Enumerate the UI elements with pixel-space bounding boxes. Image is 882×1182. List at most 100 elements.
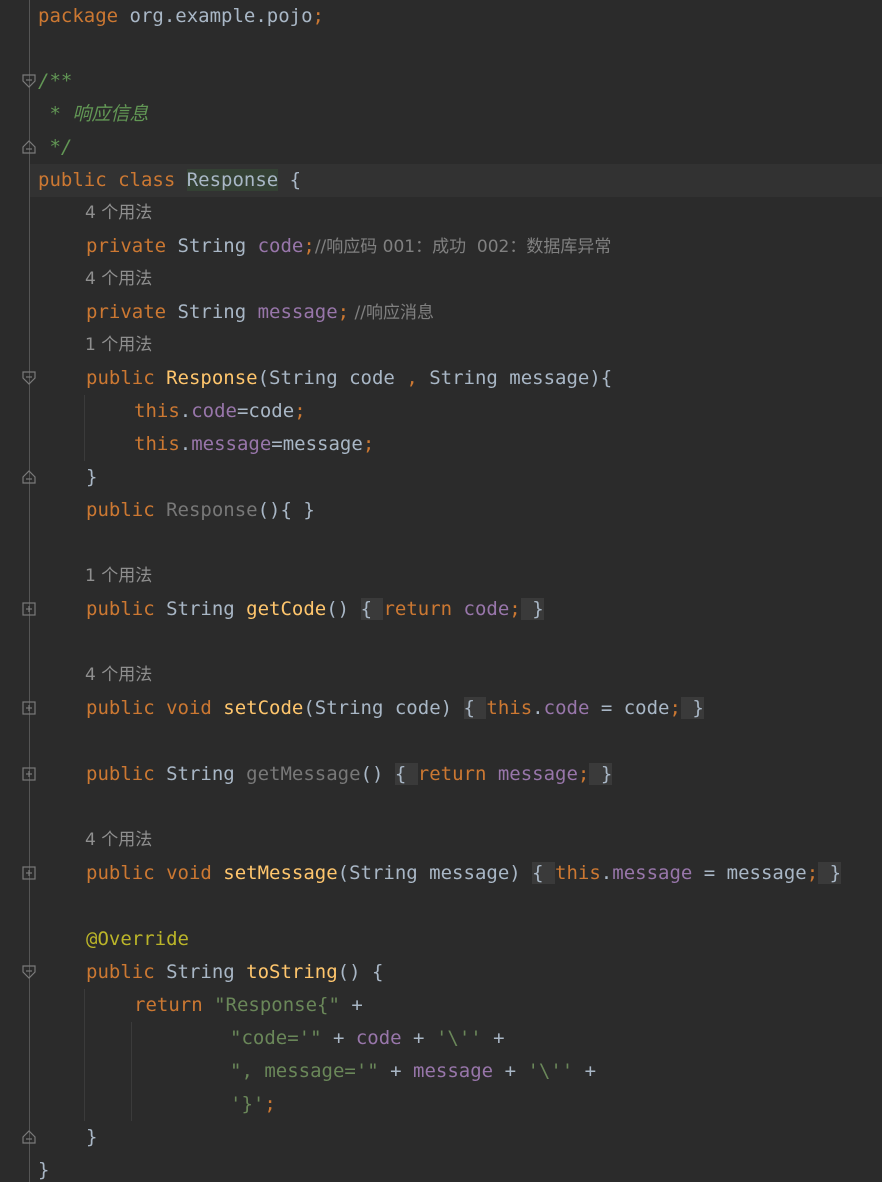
fold-expand-icon[interactable] [22, 866, 36, 880]
field-ref: message [413, 1060, 494, 1082]
parens: () [360, 763, 395, 785]
fold-close-icon[interactable] [22, 1130, 36, 1144]
code-line-field-message[interactable]: private String message; //响应消息 [86, 296, 434, 329]
usage-hint[interactable]: 1 个用法 [85, 329, 152, 362]
annotation-override[interactable]: @Override [86, 923, 189, 956]
operator: + [401, 1027, 436, 1049]
code-line-setmessage[interactable]: public void setMessage(String message) {… [86, 857, 842, 890]
dot: . [532, 697, 544, 719]
code-line-constructor[interactable]: public Response(String code , String mes… [86, 362, 612, 395]
indent-guide [84, 395, 85, 461]
code-line-close-brace[interactable]: } [86, 1121, 97, 1154]
semicolon: ; [312, 5, 324, 27]
parens: () [326, 598, 361, 620]
field-ref: code [463, 598, 510, 620]
semicolon: ; [577, 763, 590, 785]
keyword: public [86, 961, 167, 983]
code-line-default-constructor[interactable]: public Response(){ } [86, 494, 315, 527]
code-line-assign-code[interactable]: this.code=code; [134, 395, 306, 428]
code-line-concat-message[interactable]: ", message='" + message + '\'' + [230, 1055, 596, 1088]
fold-open-icon[interactable] [22, 74, 36, 88]
code-line-getcode[interactable]: public String getCode() { return code; } [86, 593, 544, 626]
folded-brace: } [680, 697, 704, 719]
package-name: org.example.pojo [118, 5, 313, 27]
code-line-assign-message[interactable]: this.message=message; [134, 428, 374, 461]
keyword: public [86, 763, 167, 785]
string-literal: '}' [230, 1093, 265, 1115]
doc-comment-open[interactable]: /** [38, 65, 72, 98]
comma: , [406, 367, 418, 389]
code-line-return[interactable]: return "Response{" + [134, 989, 363, 1022]
doc-comment-text: * 响应信息 [38, 103, 149, 125]
fold-close-icon[interactable] [22, 140, 36, 154]
keyword: public void [86, 697, 224, 719]
keyword: public class [38, 169, 187, 191]
assignment: =code [236, 400, 295, 422]
keyword: private [86, 301, 178, 323]
field-ref: code [191, 400, 237, 422]
constructor-name: Response [166, 367, 258, 389]
fold-open-icon[interactable] [22, 965, 36, 979]
code-line-package[interactable]: package org.example.pojo; [38, 0, 324, 33]
assignment: = message [692, 862, 807, 884]
semicolon: ; [362, 433, 375, 455]
keyword: public void [86, 862, 224, 884]
usage-hint[interactable]: 4 个用法 [85, 197, 152, 230]
folded-brace: { [360, 598, 384, 620]
method-name: getCode [246, 598, 327, 620]
fold-expand-icon[interactable] [22, 701, 36, 715]
string-literal: "Response{" [214, 994, 340, 1016]
usage-hint[interactable]: 4 个用法 [85, 659, 152, 692]
operator: + [481, 1027, 505, 1049]
type: String [177, 301, 258, 323]
line-comment: //响应码 001：成功 002：数据库异常 [314, 237, 612, 257]
string-literal: ", message='" [230, 1060, 379, 1082]
fold-expand-icon[interactable] [22, 767, 36, 781]
folded-brace: } [818, 862, 842, 884]
indent-guide [131, 1022, 132, 1121]
code-line-close-brace[interactable]: } [86, 461, 97, 494]
keyword: package [38, 5, 119, 27]
dot: . [179, 400, 192, 422]
fold-close-icon[interactable] [22, 470, 36, 484]
return-keyword: return [134, 994, 215, 1016]
doc-comment-body[interactable]: * 响应信息 [38, 98, 148, 131]
code-line-getmessage[interactable]: public String getMessage() { return mess… [86, 758, 613, 791]
code-line-setcode[interactable]: public void setCode(String code) { this.… [86, 692, 704, 725]
code-line-class-declaration[interactable]: public class Response { [38, 164, 301, 197]
code-line-tostring[interactable]: public String toString() { [86, 956, 383, 989]
usage-hint[interactable]: 4 个用法 [85, 824, 152, 857]
fold-open-icon[interactable] [22, 371, 36, 385]
doc-comment-close[interactable]: */ [38, 131, 72, 164]
code-line-field-code[interactable]: private String code;//响应码 001：成功 002：数据库… [86, 230, 611, 263]
operator: + [321, 1027, 356, 1049]
keyword: private [86, 235, 178, 257]
class-name: Response [186, 169, 279, 191]
field-name: message [257, 301, 338, 323]
char-literal: '\'' [527, 1060, 574, 1082]
folded-brace: } [589, 763, 613, 785]
code-line-class-close-brace[interactable]: } [38, 1154, 49, 1182]
fold-expand-icon[interactable] [22, 602, 36, 616]
field-ref: message [191, 433, 272, 455]
dot: . [600, 862, 613, 884]
code-editor[interactable]: package org.example.pojo; /** * 响应信息 */ … [0, 0, 882, 1182]
method-name: setMessage [223, 862, 338, 884]
usage-hint[interactable]: 4 个用法 [85, 263, 152, 296]
assignment: =message [271, 433, 363, 455]
indent-guide [84, 989, 85, 1121]
params: (String code [257, 367, 407, 389]
usage-hint[interactable]: 1 个用法 [85, 560, 152, 593]
method-name: setCode [223, 697, 304, 719]
code-line-concat-end[interactable]: '}'; [230, 1088, 276, 1121]
semicolon: ; [669, 697, 681, 719]
parens: () { [337, 961, 384, 983]
type: String [166, 961, 247, 983]
folded-brace: } [520, 598, 544, 620]
this-keyword: this [486, 697, 533, 719]
keyword: public [86, 367, 167, 389]
code-line-concat-code[interactable]: "code='" + code + '\'' + [230, 1022, 505, 1055]
return-keyword: return [383, 598, 464, 620]
type: String [166, 598, 247, 620]
this-keyword: this [134, 433, 180, 455]
